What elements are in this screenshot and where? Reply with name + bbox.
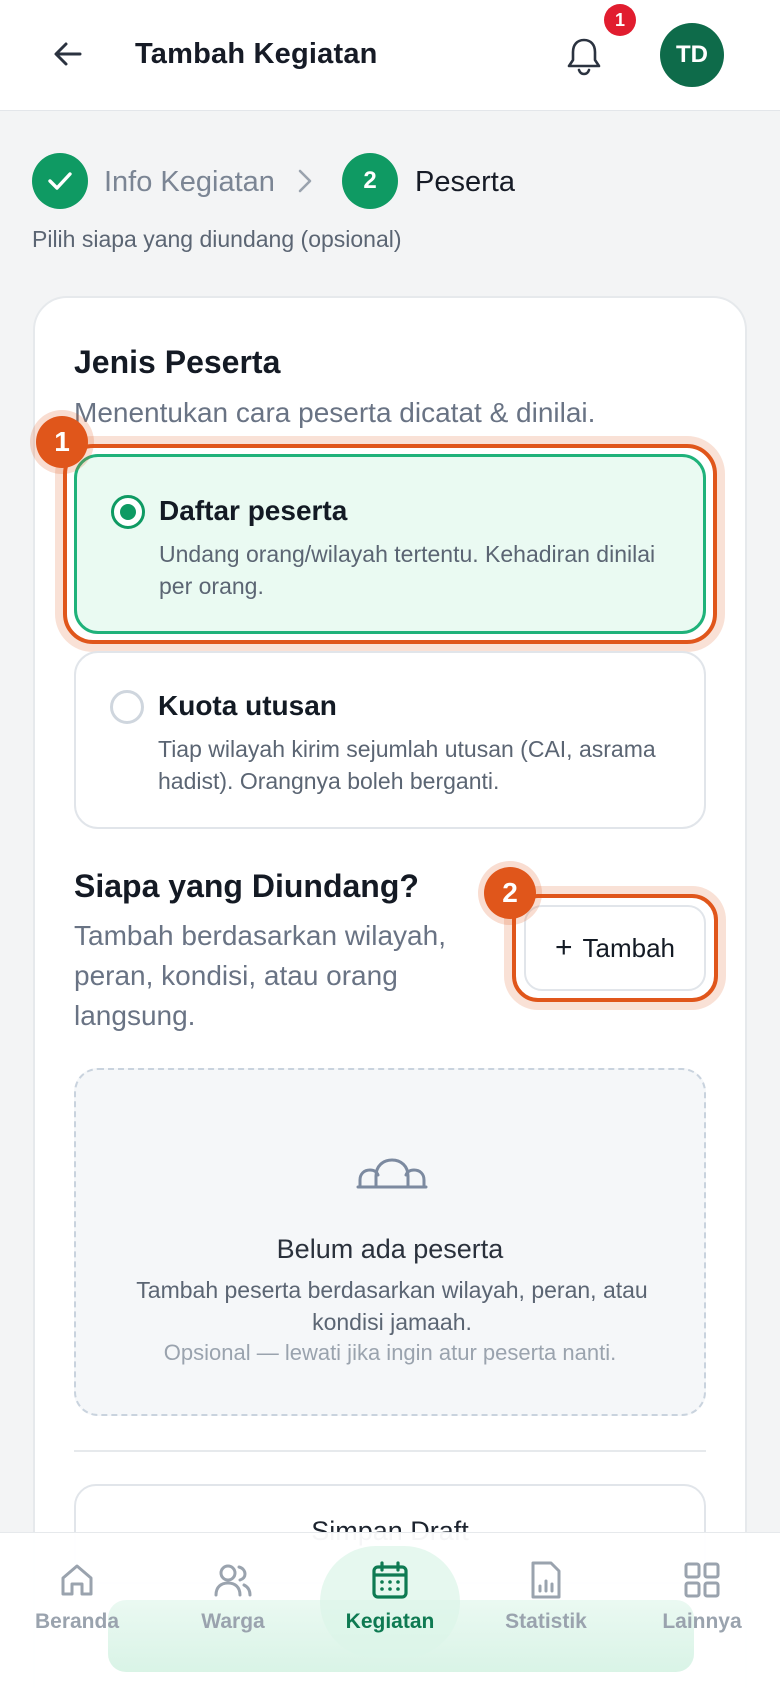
option-kuota-utusan[interactable]: Kuota utusan Tiap wilayah kirim sejumlah… bbox=[74, 651, 706, 829]
nav-label: Beranda bbox=[34, 1610, 120, 1633]
nav-label: Statistik bbox=[505, 1610, 587, 1633]
option-description: Tiap wilayah kirim sejumlah utusan (CAI,… bbox=[158, 736, 656, 794]
option-title: Kuota utusan bbox=[158, 690, 337, 721]
nav-label: Lainnya bbox=[662, 1610, 742, 1633]
invite-description: Tambah berdasarkan wilayah, peran, kondi… bbox=[74, 920, 446, 1031]
empty-state-description: Tambah peserta berdasarkan wilayah, pera… bbox=[136, 1277, 648, 1335]
nav-item-warga[interactable]: Warga bbox=[168, 1560, 298, 1660]
avatar[interactable]: TD bbox=[660, 23, 724, 87]
nav-label: Warga bbox=[201, 1610, 265, 1633]
add-button-label: Tambah bbox=[582, 932, 676, 963]
stepper: Info Kegiatan 2 Peserta bbox=[32, 153, 752, 209]
users-icon bbox=[214, 1564, 252, 1597]
participant-type-title: Jenis Peserta bbox=[74, 344, 281, 380]
bell-icon bbox=[567, 38, 601, 76]
participant-type-description: Menentukan cara peserta dicatat & dinila… bbox=[74, 397, 596, 428]
notification-badge: 1 bbox=[604, 4, 636, 36]
back-button[interactable] bbox=[44, 30, 92, 78]
nav-label: Kegiatan bbox=[345, 1610, 435, 1633]
option-title: Daftar peserta bbox=[159, 495, 348, 526]
page-title: Tambah Kegiatan bbox=[135, 38, 378, 70]
chevron-right-icon bbox=[298, 169, 312, 193]
step1-label: Info Kegiatan bbox=[104, 166, 275, 198]
empty-state-note: Opsional — lewati jika ingin atur pesert… bbox=[163, 1340, 617, 1365]
home-icon bbox=[61, 1564, 93, 1596]
plus-icon: + bbox=[554, 931, 573, 964]
nav-item-kegiatan[interactable]: Kegiatan bbox=[325, 1560, 455, 1660]
invite-title: Siapa yang Diundang? bbox=[74, 868, 419, 904]
step1-done-indicator bbox=[32, 153, 88, 209]
divider bbox=[74, 1450, 706, 1452]
app-header: Tambah Kegiatan 1 TD bbox=[0, 0, 780, 111]
group-icon bbox=[356, 1158, 428, 1189]
annotation-badge-2: 2 bbox=[484, 867, 536, 919]
step-subtitle: Pilih siapa yang diundang (opsional) bbox=[32, 226, 402, 252]
step2-indicator: 2 bbox=[342, 153, 398, 209]
radio-kuota-utusan[interactable] bbox=[110, 690, 144, 724]
radio-daftar-peserta[interactable] bbox=[111, 495, 145, 529]
nav-item-statistik[interactable]: Statistik bbox=[481, 1560, 611, 1660]
notification-button[interactable] bbox=[562, 32, 606, 80]
nav-item-lainnya[interactable]: Lainnya bbox=[637, 1560, 767, 1660]
option-daftar-peserta[interactable]: Daftar peserta Undang orang/wilayah tert… bbox=[74, 454, 706, 634]
check-icon bbox=[48, 172, 72, 190]
nav-item-beranda[interactable]: Beranda bbox=[12, 1560, 142, 1660]
option-description: Undang orang/wilayah tertentu. Kehadiran… bbox=[159, 541, 656, 599]
empty-state: Belum ada peserta Tambah peserta berdasa… bbox=[74, 1068, 706, 1416]
empty-state-title: Belum ada peserta bbox=[276, 1234, 504, 1264]
calendar-icon bbox=[372, 1561, 408, 1599]
annotation-badge-1: 1 bbox=[36, 416, 88, 468]
step2-label: Peserta bbox=[415, 166, 515, 198]
arrow-left-icon bbox=[54, 42, 82, 66]
report-icon bbox=[531, 1561, 561, 1599]
add-participant-button[interactable]: + Tambah bbox=[524, 905, 706, 991]
grid-icon bbox=[684, 1562, 720, 1598]
